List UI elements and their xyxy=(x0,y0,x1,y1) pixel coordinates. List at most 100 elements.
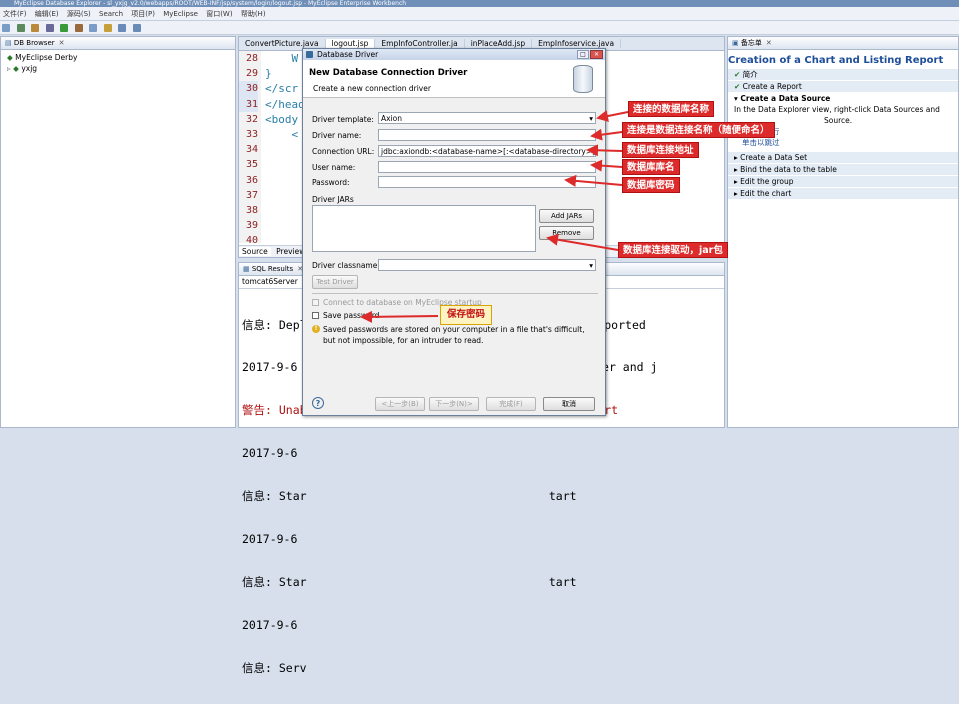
driver-name-input[interactable] xyxy=(378,129,596,141)
dialog-titlebar[interactable]: Database Driver □ ✕ xyxy=(303,49,605,60)
annotation-user: 数据库库名 xyxy=(622,159,680,175)
user-name-label: User name: xyxy=(312,163,356,172)
close-icon[interactable]: ✕ xyxy=(766,39,772,47)
tab-source[interactable]: Source xyxy=(239,247,271,256)
cheat-sheet-panel: ▣ 备忘单 ✕ Creation of a Chart and Listing R… xyxy=(727,36,959,428)
password-label: Password: xyxy=(312,178,350,187)
line-number: 37 xyxy=(245,189,258,201)
forward-icon[interactable] xyxy=(132,24,141,32)
help-button[interactable]: ? xyxy=(312,397,324,409)
save-icon[interactable] xyxy=(16,24,25,32)
driver-classname-label: Driver classname: xyxy=(312,261,380,270)
step-create-data-source[interactable]: ▾ Create a Data Source xyxy=(728,93,958,104)
step-description: In the Data Explorer view, right-click D… xyxy=(734,105,940,114)
new-icon[interactable] xyxy=(2,24,10,32)
tab-empinfoservice[interactable]: EmpInfoservice.java xyxy=(532,39,622,48)
line-number: 30 xyxy=(239,81,258,97)
line-number: 35 xyxy=(245,159,258,171)
next-button[interactable]: 下一步(N)> xyxy=(429,397,479,411)
cancel-button[interactable]: 取消 xyxy=(543,397,595,411)
line-number: 39 xyxy=(245,220,258,232)
menu-project[interactable]: 项目(P) xyxy=(131,10,155,18)
annotation-save: 保存密码 xyxy=(440,305,493,325)
debug-icon[interactable] xyxy=(45,24,54,32)
tree-item-yxjg[interactable]: ▹ ◆ yxjg xyxy=(1,63,235,74)
dialog-header: New Database Connection Driver Create a … xyxy=(303,60,605,98)
connect-on-startup-checkbox[interactable] xyxy=(312,299,319,306)
check-icon: ✔ xyxy=(734,70,743,79)
remove-jar-button[interactable]: Remove xyxy=(539,226,594,240)
search-icon[interactable] xyxy=(74,24,83,32)
warning-icon: ! xyxy=(312,325,320,333)
line-number: 33 xyxy=(245,129,258,141)
menu-edit[interactable]: 编辑(E) xyxy=(35,10,59,18)
tab-logout[interactable]: logout.jsp xyxy=(325,39,376,48)
tab-convertpicture[interactable]: ConvertPicture.java xyxy=(239,39,326,48)
database-cylinder-icon xyxy=(573,65,593,93)
driver-template-select[interactable]: Axion ▾ xyxy=(378,112,596,124)
annotation-jar: 数据库连接驱动，jar包 xyxy=(618,242,728,258)
line-number: 38 xyxy=(245,205,258,217)
annotation-password: 数据库密码 xyxy=(622,177,680,193)
print-icon[interactable] xyxy=(31,24,40,32)
code-fragment: ');"></span>&nbsp xyxy=(607,219,725,234)
driver-classname-select[interactable]: ▾ xyxy=(378,259,596,271)
driver-jars-label: Driver JARs xyxy=(312,195,354,204)
line-number: 34 xyxy=(245,144,258,156)
click-to-skip-link[interactable]: 单击以跳过 xyxy=(728,137,958,148)
close-icon[interactable]: ✕ xyxy=(59,39,65,47)
connection-url-input[interactable]: jdbc:axiondb:<database-name>[:<database-… xyxy=(378,145,596,157)
step-create-data-set[interactable]: ▸ Create a Data Set xyxy=(728,152,958,164)
menu-search[interactable]: Search xyxy=(99,10,123,18)
menu-window[interactable]: 窗口(W) xyxy=(206,10,232,18)
line-number: 36 xyxy=(245,174,258,186)
annotation-url: 数据库连接地址 xyxy=(622,142,699,158)
cheat-sheet-icon: ▣ xyxy=(732,39,741,47)
menu-file[interactable]: 文件(F) xyxy=(3,10,27,18)
step-edit-chart[interactable]: ▸ Edit the chart xyxy=(728,188,958,200)
tree-item-derby[interactable]: ◆ MyEclipse Derby xyxy=(1,52,235,63)
annotation-template: 连接的数据库名称 xyxy=(628,101,715,117)
step-bind-data[interactable]: ▸ Bind the data to the table xyxy=(728,164,958,176)
line-numbers: 2829303132333435363738394041 xyxy=(239,51,261,243)
db-icon xyxy=(306,51,313,58)
db-browser-tab[interactable]: ▤ DB Browser ✕ xyxy=(1,37,235,50)
tab-empinfocontroller[interactable]: EmpInfoController.ja xyxy=(375,39,465,48)
table-icon: ▦ xyxy=(243,265,252,273)
save-password-checkbox[interactable] xyxy=(312,312,319,319)
finish-button[interactable]: 完成(F) xyxy=(486,397,536,411)
line-number: 28 xyxy=(245,53,258,64)
run-icon[interactable] xyxy=(60,24,69,32)
test-driver-button[interactable]: Test Driver xyxy=(312,275,358,289)
tab-inplaceadd[interactable]: inPlaceAdd.jsp xyxy=(464,39,533,48)
menu-myeclipse[interactable]: MyEclipse xyxy=(163,10,198,18)
password-warning-text: Saved passwords are stored on your compu… xyxy=(323,325,585,345)
password-input[interactable] xyxy=(378,176,596,188)
save-password-label: Save password xyxy=(323,311,380,320)
step-create-report[interactable]: ✔ Create a Report xyxy=(728,81,958,93)
menu-help[interactable]: 帮助(H) xyxy=(241,10,266,18)
menu-source[interactable]: 源码(S) xyxy=(67,10,91,18)
step-edit-group[interactable]: ▸ Edit the group xyxy=(728,176,958,188)
line-number: 40 xyxy=(245,235,258,243)
add-jars-button[interactable]: Add JARs xyxy=(539,209,594,223)
db-icon: ▤ xyxy=(5,39,14,47)
driver-jars-list[interactable] xyxy=(312,205,536,252)
driver-template-label: Driver template: xyxy=(312,115,374,124)
folder-icon[interactable] xyxy=(103,24,112,32)
cheat-sheet-tab[interactable]: ▣ 备忘单 ✕ xyxy=(728,37,958,50)
step-intro[interactable]: ✔ 简介 xyxy=(728,69,958,81)
maximize-button[interactable]: □ xyxy=(577,50,589,59)
dialog-subheading: Create a new connection driver xyxy=(313,84,431,93)
back-button[interactable]: <上一步(B) xyxy=(375,397,425,411)
user-name-input[interactable] xyxy=(378,161,596,173)
dialog-heading: New Database Connection Driver xyxy=(309,68,468,78)
line-number: 29 xyxy=(245,68,258,80)
annotation-name: 连接是数据连接名称（随便命名） xyxy=(622,122,775,138)
window-title: MyEclipse Database Explorer - sl_yxjg_v2… xyxy=(0,0,959,7)
back-icon[interactable] xyxy=(118,24,127,32)
line-number: 32 xyxy=(245,113,258,125)
open-type-icon[interactable] xyxy=(89,24,98,32)
database-icon: ◆ xyxy=(7,53,16,62)
close-button[interactable]: ✕ xyxy=(590,50,603,59)
